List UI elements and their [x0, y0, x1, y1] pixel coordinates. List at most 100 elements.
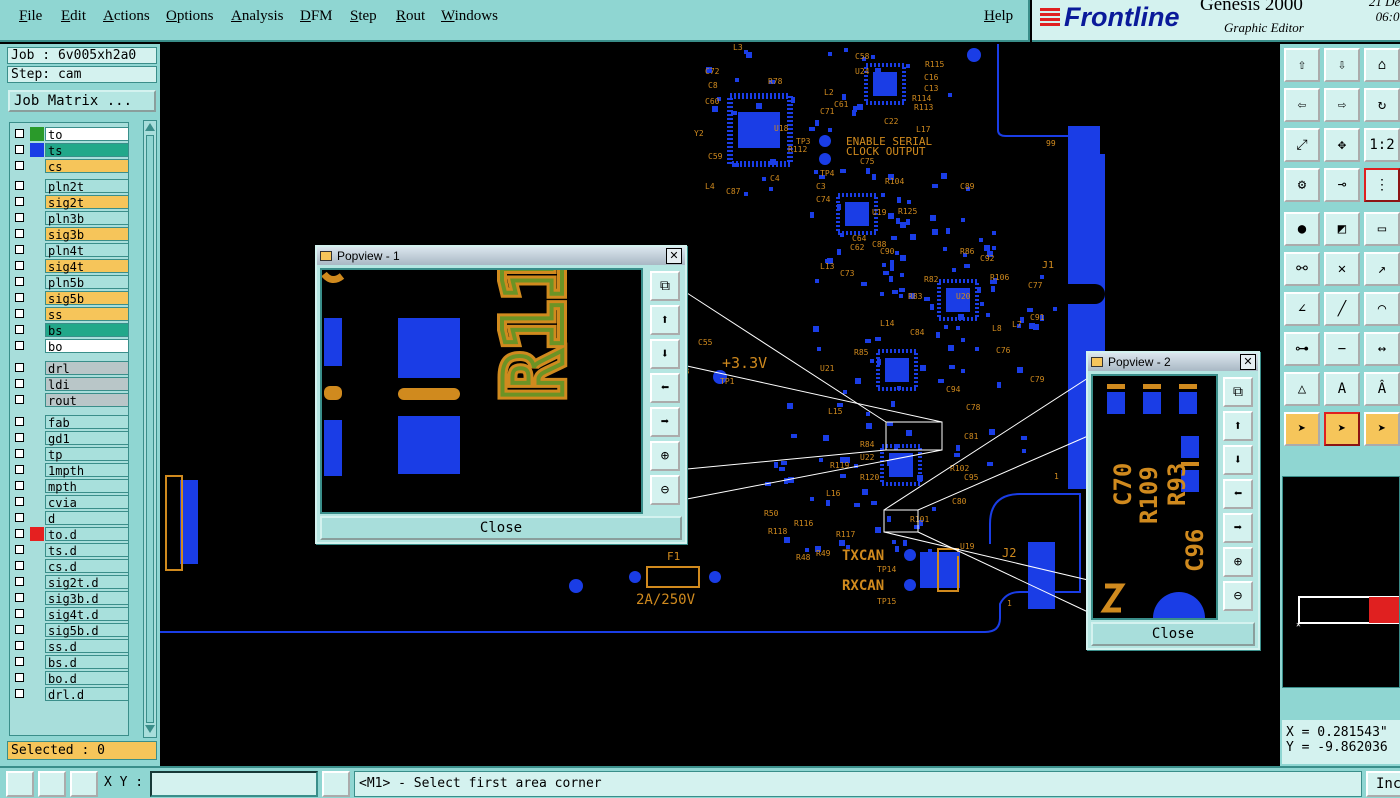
layer-row-ss[interactable]: ss — [11, 307, 129, 322]
layer-color-swatch[interactable] — [30, 495, 44, 509]
minimap[interactable]: ✕ — [1282, 476, 1400, 688]
layer-checkbox[interactable] — [15, 529, 24, 538]
layer-checkbox[interactable] — [15, 145, 24, 154]
layer-row-pln4t[interactable]: pln4t — [11, 243, 129, 258]
pointer-icon[interactable]: ➤ — [1284, 412, 1320, 446]
layer-color-swatch[interactable] — [30, 143, 44, 157]
zoom-fit-button[interactable]: ⧉ — [650, 271, 680, 301]
layer-name[interactable]: 1mpth — [45, 463, 129, 478]
layer-checkbox[interactable] — [15, 673, 24, 682]
popview-2-close-icon[interactable]: ✕ — [1240, 354, 1256, 370]
layer-checkbox[interactable] — [15, 609, 24, 618]
zoom-1to2-icon[interactable]: 1:2 — [1364, 128, 1400, 162]
scroll-down-icon[interactable] — [145, 725, 155, 733]
layer-row-gd1[interactable]: gd1 — [11, 431, 129, 446]
layer-row-bo-d[interactable]: bo.d — [11, 671, 129, 686]
layer-color-swatch[interactable] — [30, 259, 44, 273]
move-point-icon[interactable]: ↗ — [1364, 252, 1400, 286]
layer-name[interactable]: pln3b — [45, 211, 129, 226]
layer-row-sig4t-d[interactable]: sig4t.d — [11, 607, 129, 622]
popview-1-window[interactable]: Popview - 1 ✕ R110 R110 ⧉ ⬆ ⬇ ⬅ ➡ ⊕ ⊖ Cl… — [315, 245, 687, 544]
layer-name[interactable]: bo — [45, 339, 129, 354]
layer-name[interactable]: sig3b.d — [45, 591, 129, 606]
layer-name[interactable]: sig5b — [45, 291, 129, 306]
layer-checkbox[interactable] — [15, 625, 24, 634]
menu-file[interactable]: File — [19, 8, 42, 25]
menu-analysis[interactable]: Analysis — [231, 8, 284, 25]
layer-row-fab[interactable]: fab — [11, 415, 129, 430]
layer-name[interactable]: fab — [45, 415, 129, 430]
layer-row-pln3b[interactable]: pln3b — [11, 211, 129, 226]
layer-name[interactable]: sig5b.d — [45, 623, 129, 638]
layer-name[interactable]: ts — [45, 143, 129, 158]
layer-row-d[interactable]: d — [11, 511, 129, 526]
layer-color-swatch[interactable] — [30, 543, 44, 557]
pan-down-button[interactable]: ⬇ — [1223, 445, 1253, 475]
layer-color-swatch[interactable] — [30, 415, 44, 429]
layer-row-sig4t[interactable]: sig4t — [11, 259, 129, 274]
pan-left-button[interactable]: ⬅ — [650, 373, 680, 403]
layer-checkbox[interactable] — [15, 577, 24, 586]
select-line-icon[interactable]: ◩ — [1324, 212, 1360, 246]
layer-row-pln5b[interactable]: pln5b — [11, 275, 129, 290]
layer-row-sig2t[interactable]: sig2t — [11, 195, 129, 210]
layer-row-ts-d[interactable]: ts.d — [11, 543, 129, 558]
grid-icon[interactable]: ⋮ — [1364, 168, 1400, 202]
layer-color-swatch[interactable] — [30, 623, 44, 637]
menu-actions[interactable]: Actions — [103, 8, 150, 25]
layer-checkbox[interactable] — [15, 277, 24, 286]
pan-right-button[interactable]: ➡ — [650, 407, 680, 437]
layer-name[interactable]: cs — [45, 159, 129, 174]
layer-color-swatch[interactable] — [30, 323, 44, 337]
layer-name[interactable]: pln5b — [45, 275, 129, 290]
layer-checkbox[interactable] — [15, 689, 24, 698]
layer-color-swatch[interactable] — [30, 639, 44, 653]
layer-name[interactable]: drl — [45, 361, 129, 376]
layer-row-bs[interactable]: bs — [11, 323, 129, 338]
layer-name[interactable]: drl.d — [45, 687, 129, 702]
text-a-alt-icon[interactable]: Â — [1364, 372, 1400, 406]
zoom-out-button[interactable]: ⊖ — [1223, 581, 1253, 611]
zoom-out-button[interactable]: ⊖ — [650, 475, 680, 505]
home-icon[interactable]: ⌂ — [1364, 48, 1400, 82]
minus-icon[interactable]: − — [1324, 332, 1360, 366]
layer-checkbox[interactable] — [15, 641, 24, 650]
input-toggle-icon[interactable] — [322, 771, 350, 797]
layer-row-1mpth[interactable]: 1mpth — [11, 463, 129, 478]
layer-color-swatch[interactable] — [30, 447, 44, 461]
layer-color-swatch[interactable] — [30, 243, 44, 257]
pan-left-button[interactable]: ⬅ — [1223, 479, 1253, 509]
popview-1-close-icon[interactable]: ✕ — [666, 248, 682, 264]
layer-name[interactable]: mpth — [45, 479, 129, 494]
layer-name[interactable]: cs.d — [45, 559, 129, 574]
scroll-thumb[interactable] — [146, 135, 154, 723]
layer-checkbox[interactable] — [15, 245, 24, 254]
text-a-icon[interactable]: A — [1324, 372, 1360, 406]
layer-color-swatch[interactable] — [30, 179, 44, 193]
layer-row-tp[interactable]: tp — [11, 447, 129, 462]
connect-icon[interactable]: ⚯ — [1284, 252, 1320, 286]
xy-input[interactable] — [150, 771, 318, 797]
triangle-icon[interactable]: △ — [1284, 372, 1320, 406]
graphic-canvas[interactable]: L3 C58 R115 C72 U24 C16 R78 C13 C8 L2 R114 R113 C60 C… — [160, 44, 1280, 766]
pan-down-button[interactable]: ⬇ — [650, 339, 680, 369]
layer-checkbox[interactable] — [15, 481, 24, 490]
layer-name[interactable]: gd1 — [45, 431, 129, 446]
layer-color-swatch[interactable] — [30, 687, 44, 701]
layer-row-cvia[interactable]: cvia — [11, 495, 129, 510]
layer-color-swatch[interactable] — [30, 195, 44, 209]
layer-name[interactable]: pln4t — [45, 243, 129, 258]
layer-row-to[interactable]: to — [11, 127, 129, 142]
layer-checkbox[interactable] — [15, 341, 24, 350]
layer-row-sig5b[interactable]: sig5b — [11, 291, 129, 306]
node-icon[interactable]: ⊶ — [1284, 332, 1320, 366]
angle-icon[interactable]: ∠ — [1284, 292, 1320, 326]
layer-checkbox[interactable] — [15, 197, 24, 206]
layer-color-swatch[interactable] — [30, 393, 44, 407]
popview-2-titlebar[interactable]: Popview - 2 — [1088, 353, 1258, 371]
layer-row-to-d[interactable]: to.d — [11, 527, 129, 542]
layer-color-swatch[interactable] — [30, 655, 44, 669]
popview-1-titlebar[interactable]: Popview - 1 — [317, 247, 685, 265]
layer-checkbox[interactable] — [15, 657, 24, 666]
layer-name[interactable]: ss.d — [45, 639, 129, 654]
